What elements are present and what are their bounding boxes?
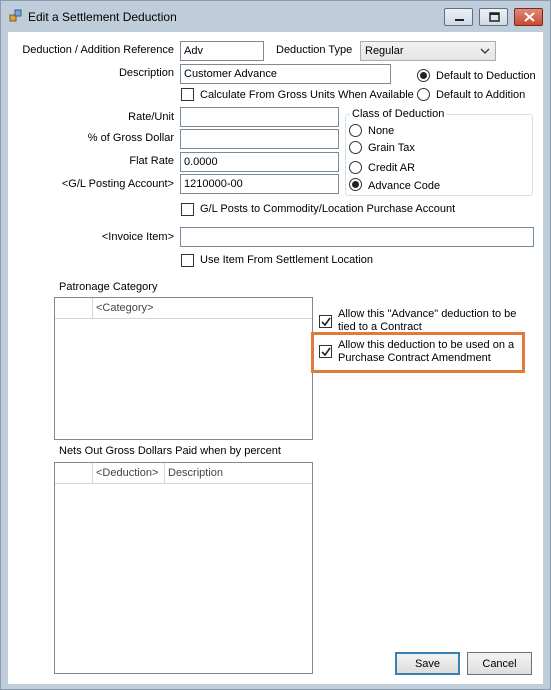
maximize-button[interactable] <box>479 8 508 26</box>
nets-out-grid-header: <Deduction> Description <box>55 463 312 484</box>
allow-advance-tied-label: Allow this "Advance" deduction to be tie… <box>338 308 517 333</box>
save-button[interactable]: Save <box>395 652 460 675</box>
rate-unit-input[interactable] <box>180 107 339 127</box>
dialog-body: Deduction / Addition Reference Adv Deduc… <box>8 32 543 684</box>
class-credit-ar-label: Credit AR <box>368 162 416 174</box>
use-item-settlement-checkbox[interactable] <box>181 254 194 267</box>
allow-advance-tied-checkbox[interactable] <box>319 315 332 328</box>
use-item-settlement-label: Use Item From Settlement Location <box>200 254 374 266</box>
allow-purchase-amendment-label: Allow this deduction to be used on a Pur… <box>338 339 515 364</box>
class-of-deduction-title: Class of Deduction <box>350 108 447 120</box>
invoice-item-input[interactable] <box>180 227 534 247</box>
default-to-deduction-label: Default to Deduction <box>436 70 536 82</box>
deduction-ref-label: Deduction / Addition Reference <box>22 44 174 56</box>
deduction-ref-input[interactable]: Adv <box>180 41 264 61</box>
class-grain-tax-label: Grain Tax <box>368 142 415 154</box>
invoice-item-label[interactable]: <Invoice Item> <box>8 231 174 243</box>
class-none-radio[interactable] <box>349 124 362 137</box>
maximize-icon <box>489 12 500 22</box>
default-to-addition-label: Default to Addition <box>436 89 526 101</box>
allow-purchase-amendment-checkbox[interactable] <box>319 345 332 358</box>
close-button[interactable] <box>514 8 543 26</box>
row-header-cell <box>55 463 93 484</box>
default-to-addition-radio[interactable] <box>417 88 430 101</box>
pct-gross-input[interactable] <box>180 129 339 149</box>
nets-out-grid[interactable]: <Deduction> Description <box>54 462 313 674</box>
description-label: Description <box>118 67 174 79</box>
flat-rate-input[interactable]: 0.0000 <box>180 152 339 172</box>
column-header-description[interactable]: Description <box>165 463 312 484</box>
pct-gross-label: % of Gross Dollar <box>87 132 174 144</box>
patronage-grid[interactable]: <Category> <box>54 297 313 440</box>
gl-posts-commodity-checkbox[interactable] <box>181 203 194 216</box>
calc-gross-units-label: Calculate From Gross Units When Availabl… <box>200 89 414 101</box>
title-bar[interactable]: Edit a Settlement Deduction <box>1 1 550 31</box>
patronage-title: Patronage Category <box>59 281 158 293</box>
class-credit-ar-radio[interactable] <box>349 161 362 174</box>
cancel-button[interactable]: Cancel <box>467 652 532 675</box>
flat-rate-label: Flat Rate <box>129 155 174 167</box>
close-icon <box>524 12 535 22</box>
deduction-type-label: Deduction Type <box>276 44 353 56</box>
gl-posts-commodity-label: G/L Posts to Commodity/Location Purchase… <box>200 203 456 215</box>
row-header-cell <box>55 298 93 319</box>
dialog-window: Edit a Settlement Deduction Deduction / … <box>0 0 551 690</box>
class-advance-code-label: Advance Code <box>368 180 441 192</box>
window-title: Edit a Settlement Deduction <box>28 10 177 24</box>
rate-unit-label: Rate/Unit <box>128 111 174 123</box>
column-header-category[interactable]: <Category> <box>93 298 312 319</box>
column-header-deduction[interactable]: <Deduction> <box>93 463 165 484</box>
gl-posting-label[interactable]: <G/L Posting Account> <box>8 178 174 190</box>
minimize-icon <box>455 19 464 21</box>
class-advance-code-radio[interactable] <box>349 178 362 191</box>
deduction-type-select[interactable]: Regular <box>360 41 496 61</box>
deduction-type-value: Regular <box>365 45 404 57</box>
checkmark-icon <box>321 347 331 357</box>
calc-gross-units-checkbox[interactable] <box>181 88 194 101</box>
app-icon <box>9 9 22 22</box>
checkmark-icon <box>321 317 331 327</box>
description-input[interactable]: Customer Advance <box>180 64 391 84</box>
gl-posting-input[interactable]: 1210000-00 <box>180 174 339 194</box>
minimize-button[interactable] <box>444 8 473 26</box>
default-to-deduction-radio[interactable] <box>417 69 430 82</box>
chevron-down-icon <box>480 48 490 54</box>
nets-out-title: Nets Out Gross Dollars Paid when by perc… <box>59 445 281 457</box>
class-none-label: None <box>368 125 395 137</box>
class-grain-tax-radio[interactable] <box>349 141 362 154</box>
patronage-grid-header: <Category> <box>55 298 312 319</box>
